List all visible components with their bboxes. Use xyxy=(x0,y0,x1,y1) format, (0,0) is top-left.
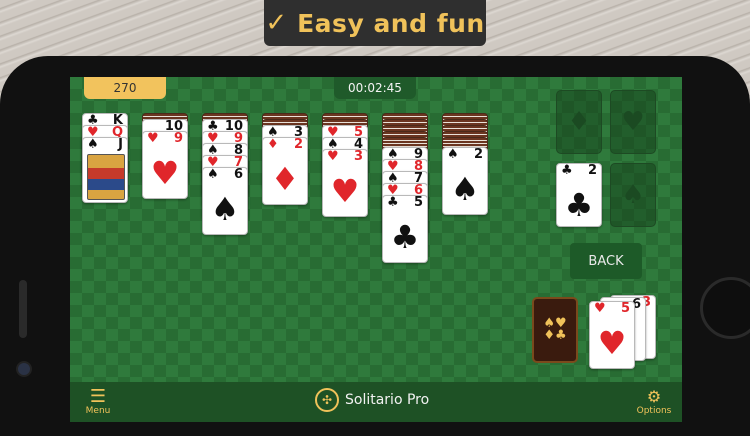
foundation-diamonds[interactable]: ♦ xyxy=(556,90,602,154)
card-2-diamonds[interactable]: ♦ 2 ♦ xyxy=(262,137,308,205)
speaker-grille xyxy=(19,280,27,338)
timer-display: 00:02:45 xyxy=(334,77,416,99)
face-card-art xyxy=(87,154,125,200)
card-9-hearts[interactable]: ♥ 9 ♥ xyxy=(142,131,188,199)
foundation-hearts[interactable]: ♥ xyxy=(610,90,656,154)
hamburger-icon: ☰ xyxy=(89,386,107,407)
back-button[interactable]: BACK xyxy=(570,243,642,279)
app-logo-icon: ✣ xyxy=(315,388,339,412)
card-jack-spades[interactable]: ♠ J xyxy=(82,137,128,203)
promo-banner: ✓ Easy and fun xyxy=(264,0,486,46)
gear-icon: ⚙ xyxy=(646,387,662,406)
front-camera xyxy=(16,361,32,377)
diamond-icon: ♦ xyxy=(567,107,591,137)
options-button[interactable]: ⚙ Options xyxy=(632,387,676,417)
app-logo: ✣ Solitario Pro xyxy=(315,388,429,412)
banner-title: Easy and fun xyxy=(297,8,485,38)
menu-label: Menu xyxy=(85,406,111,416)
suit-emblem-icon: ♠♥ ♦♣ xyxy=(543,316,567,343)
card-3-hearts[interactable]: ♥ 3 ♥ xyxy=(322,149,368,217)
heart-icon: ♥ xyxy=(621,107,645,137)
card-5-clubs[interactable]: ♣ 5 ♣ xyxy=(382,195,428,263)
foundation-spades[interactable]: ♠ xyxy=(610,163,656,227)
foundation-clubs-card[interactable]: ♣ 2 ♣ xyxy=(556,163,602,227)
card-2-spades[interactable]: ♠ 2 ♠ xyxy=(442,147,488,215)
options-label: Options xyxy=(636,406,672,416)
menu-button[interactable]: ☰ Menu xyxy=(78,386,118,417)
checkmark-icon: ✓ xyxy=(265,8,288,38)
card-6-spades[interactable]: ♠ 6 ♠ xyxy=(202,167,248,235)
waste-card-top[interactable]: ♥ 5 ♥ xyxy=(589,301,635,369)
app-name: Solitario Pro xyxy=(345,392,430,408)
score-display: 270 xyxy=(84,77,166,99)
bottom-toolbar: ☰ Menu ✣ Solitario Pro ⚙ Options xyxy=(70,382,682,422)
spade-icon: ♠ xyxy=(621,180,645,210)
stock-pile[interactable]: ♠♥ ♦♣ xyxy=(532,297,578,363)
game-board: 270 00:02:45 ♣ K ♥ Q ♠ J 10 ♥ 9 ♥ ♣ 10 ♥ 9 ♠ 8 … xyxy=(70,77,682,422)
home-button xyxy=(700,277,750,339)
